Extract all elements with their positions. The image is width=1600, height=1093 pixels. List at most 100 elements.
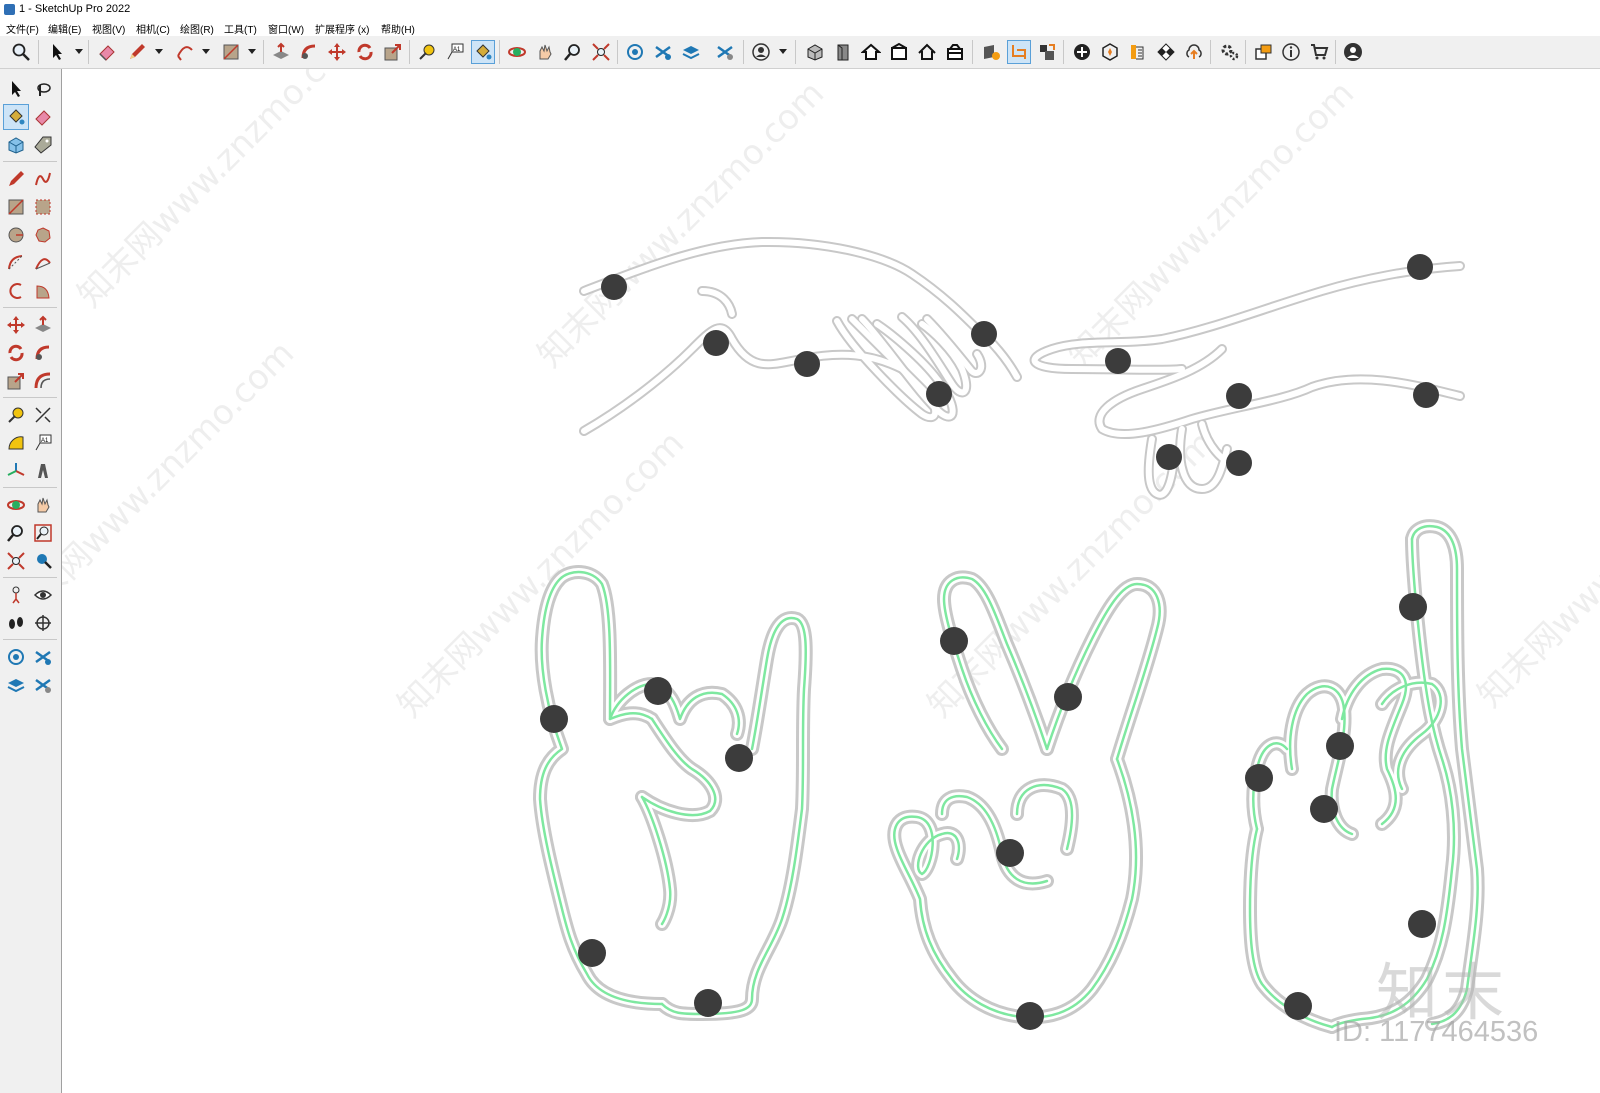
layers-icon[interactable] — [4, 673, 28, 697]
section-cut-icon[interactable] — [1036, 41, 1058, 63]
polygon-icon[interactable] — [31, 223, 55, 247]
eraser-icon[interactable] — [31, 105, 55, 129]
menu-camera[interactable]: 相机(C) — [136, 21, 170, 36]
cart-icon[interactable] — [1308, 41, 1330, 63]
front-view-icon[interactable] — [860, 41, 882, 63]
account-icon[interactable] — [750, 41, 772, 63]
back-view-icon[interactable] — [916, 41, 938, 63]
rectangle-dropdown-icon[interactable] — [248, 49, 256, 54]
pencil-dropdown-icon[interactable] — [155, 49, 163, 54]
3d-text-icon[interactable] — [31, 459, 55, 483]
protractor-icon[interactable] — [4, 431, 28, 455]
profile-icon[interactable] — [1342, 41, 1364, 63]
creation-hand-right[interactable] — [1029, 254, 1465, 500]
zoom-extents-icon[interactable] — [4, 549, 28, 573]
info-icon[interactable] — [1280, 41, 1302, 63]
solid-icon[interactable] — [1099, 41, 1121, 63]
move-icon[interactable] — [4, 313, 28, 337]
display-section-icon[interactable] — [1007, 40, 1031, 64]
menu-edit[interactable]: 编辑(E) — [48, 21, 81, 36]
creation-hand-left[interactable] — [579, 236, 1022, 436]
follow-me-icon[interactable] — [298, 41, 320, 63]
menu-file[interactable]: 文件(F) — [6, 21, 39, 36]
zoom-icon[interactable] — [10, 41, 32, 63]
arc-dropdown-icon[interactable] — [202, 49, 210, 54]
position-camera-icon[interactable] — [4, 583, 28, 607]
checker-icon[interactable] — [1155, 41, 1177, 63]
tag-icon[interactable] — [31, 133, 55, 157]
pie-icon[interactable] — [31, 279, 55, 303]
cloud-upload-icon[interactable] — [1183, 41, 1205, 63]
paint-bucket-icon[interactable] — [3, 104, 29, 130]
extension-icon[interactable] — [31, 645, 55, 669]
paint-bucket-icon[interactable] — [471, 40, 495, 64]
menu-view[interactable]: 视图(V) — [92, 21, 125, 36]
select-icon[interactable] — [4, 77, 28, 101]
settings-icon[interactable] — [1218, 41, 1240, 63]
offset-icon[interactable] — [31, 369, 55, 393]
pan-icon[interactable] — [31, 493, 55, 517]
layers-icon[interactable] — [680, 41, 702, 63]
push-pull-icon[interactable] — [270, 41, 292, 63]
model-viewport[interactable]: 知末网www.znzmo.com — [62, 69, 1600, 1093]
push-pull-icon[interactable] — [31, 313, 55, 337]
text-icon[interactable]: A1 — [31, 431, 55, 455]
add-icon[interactable] — [1071, 41, 1093, 63]
scale-icon[interactable] — [4, 369, 28, 393]
menu-draw[interactable]: 绘图(R) — [180, 21, 214, 36]
left-view-icon[interactable] — [944, 41, 966, 63]
rotate-icon[interactable] — [4, 341, 28, 365]
rotate-icon[interactable] — [354, 41, 376, 63]
rotated-rect-icon[interactable] — [31, 195, 55, 219]
select-dropdown-icon[interactable] — [75, 49, 83, 54]
lasso-icon[interactable] — [31, 77, 55, 101]
warehouse-icon[interactable] — [4, 645, 28, 669]
rectangle-icon[interactable] — [4, 195, 28, 219]
previous-view-icon[interactable] — [31, 549, 55, 573]
tape-measure-icon[interactable] — [416, 41, 438, 63]
dimension-icon[interactable] — [31, 403, 55, 427]
neon-rock-hand[interactable] — [533, 565, 813, 1021]
tape-measure-icon[interactable] — [4, 403, 28, 427]
zoom-tool-icon[interactable] — [562, 41, 584, 63]
pencil-icon[interactable] — [4, 167, 28, 191]
freehand-icon[interactable] — [31, 167, 55, 191]
arc-2pt-icon[interactable] — [31, 251, 55, 275]
walk-icon[interactable] — [4, 611, 28, 635]
arc-3pt-icon[interactable] — [4, 279, 28, 303]
arc-icon[interactable] — [4, 251, 28, 275]
move-icon[interactable] — [326, 41, 348, 63]
scenes-icon[interactable] — [714, 41, 736, 63]
follow-me-icon[interactable] — [31, 341, 55, 365]
menu-tools[interactable]: 工具(T) — [224, 21, 257, 36]
orbit-icon[interactable] — [4, 493, 28, 517]
text-icon[interactable]: A1 — [444, 41, 466, 63]
right-view-icon[interactable] — [888, 41, 910, 63]
zoom-window-icon[interactable] — [31, 521, 55, 545]
account-dropdown-icon[interactable] — [779, 49, 787, 54]
top-view-icon[interactable] — [832, 41, 854, 63]
extension-icon[interactable] — [652, 41, 674, 63]
select-arrow-icon[interactable] — [46, 41, 68, 63]
warehouse-icon[interactable] — [624, 41, 646, 63]
iso-view-icon[interactable] — [804, 41, 826, 63]
window-icon[interactable] — [1252, 41, 1274, 63]
eraser-icon[interactable] — [96, 41, 118, 63]
style-icon[interactable] — [1127, 41, 1149, 63]
look-around-icon[interactable] — [31, 583, 55, 607]
menu-window[interactable]: 窗口(W) — [268, 21, 304, 36]
menu-help[interactable]: 帮助(H) — [381, 21, 415, 36]
orbit-icon[interactable] — [506, 41, 528, 63]
zoom-extents-icon[interactable] — [590, 41, 612, 63]
section-plane-icon[interactable] — [980, 41, 1002, 63]
pan-icon[interactable] — [534, 41, 556, 63]
arc-icon[interactable] — [174, 41, 196, 63]
scale-icon[interactable] — [382, 41, 404, 63]
menu-extensions[interactable]: 扩展程序 (x) — [315, 21, 369, 36]
axes-icon[interactable] — [4, 459, 28, 483]
share-icon[interactable] — [31, 673, 55, 697]
zoom-icon[interactable] — [4, 521, 28, 545]
make-component-icon[interactable] — [4, 133, 28, 157]
circle-icon[interactable] — [4, 223, 28, 247]
pencil-icon[interactable] — [126, 41, 148, 63]
